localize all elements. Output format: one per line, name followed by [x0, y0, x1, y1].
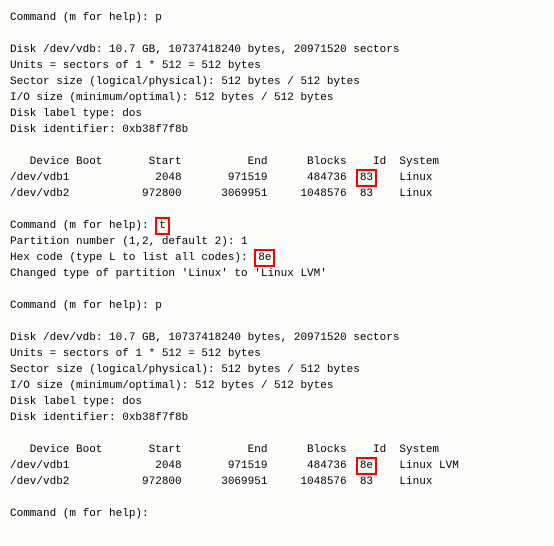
- cmd-t: t: [155, 217, 170, 235]
- disk-line-6b: Disk identifier: 0xb38f7f8b: [10, 410, 554, 426]
- fdisk-prompt-2: Command (m for help): t: [10, 218, 554, 234]
- table-header: Device Boot Start End Blocks Id System: [10, 442, 459, 458]
- table-header: Device Boot Start End Blocks Id System: [10, 154, 446, 170]
- disk-line-6: Disk identifier: 0xb38f7f8b: [10, 122, 554, 138]
- disk-line-5: Disk label type: dos: [10, 106, 554, 122]
- hex-code-line: Hex code (type L to list all codes): 8e: [10, 250, 554, 266]
- disk-line-4: I/O size (minimum/optimal): 512 bytes / …: [10, 90, 554, 106]
- changed-line: Changed type of partition 'Linux' to 'Li…: [10, 266, 554, 282]
- id-highlight: 83: [356, 169, 377, 187]
- cmd-p-2: p: [155, 300, 162, 312]
- disk-line-3b: Sector size (logical/physical): 512 byte…: [10, 362, 554, 378]
- disk-line-1: Disk /dev/vdb: 10.7 GB, 10737418240 byte…: [10, 42, 554, 58]
- table-row: /dev/vdb1 2048 971519 484736 83 Linux: [10, 170, 446, 186]
- disk-line-5b: Disk label type: dos: [10, 394, 554, 410]
- hex-answer: 8e: [254, 249, 275, 267]
- partition-table-after: Device Boot Start End Blocks Id System /…: [10, 442, 459, 490]
- partition-number-line: Partition number (1,2, default 2): 1: [10, 234, 554, 250]
- disk-line-2b: Units = sectors of 1 * 512 = 512 bytes: [10, 346, 554, 362]
- id-highlight: 8e: [356, 457, 377, 475]
- fdisk-prompt-4: Command (m for help):: [10, 506, 554, 522]
- table-row: /dev/vdb1 2048 971519 484736 8e Linux LV…: [10, 458, 459, 474]
- fdisk-prompt-1: Command (m for help): p: [10, 10, 554, 26]
- disk-line-1b: Disk /dev/vdb: 10.7 GB, 10737418240 byte…: [10, 330, 554, 346]
- disk-line-2: Units = sectors of 1 * 512 = 512 bytes: [10, 58, 554, 74]
- partition-table-before: Device Boot Start End Blocks Id System /…: [10, 154, 446, 202]
- table-row: /dev/vdb2 972800 3069951 1048576 83 Linu…: [10, 186, 446, 202]
- cmd-p-1: p: [155, 12, 162, 24]
- disk-line-4b: I/O size (minimum/optimal): 512 bytes / …: [10, 378, 554, 394]
- fdisk-prompt-3: Command (m for help): p: [10, 298, 554, 314]
- table-row: /dev/vdb2 972800 3069951 1048576 83 Linu…: [10, 474, 459, 490]
- disk-line-3: Sector size (logical/physical): 512 byte…: [10, 74, 554, 90]
